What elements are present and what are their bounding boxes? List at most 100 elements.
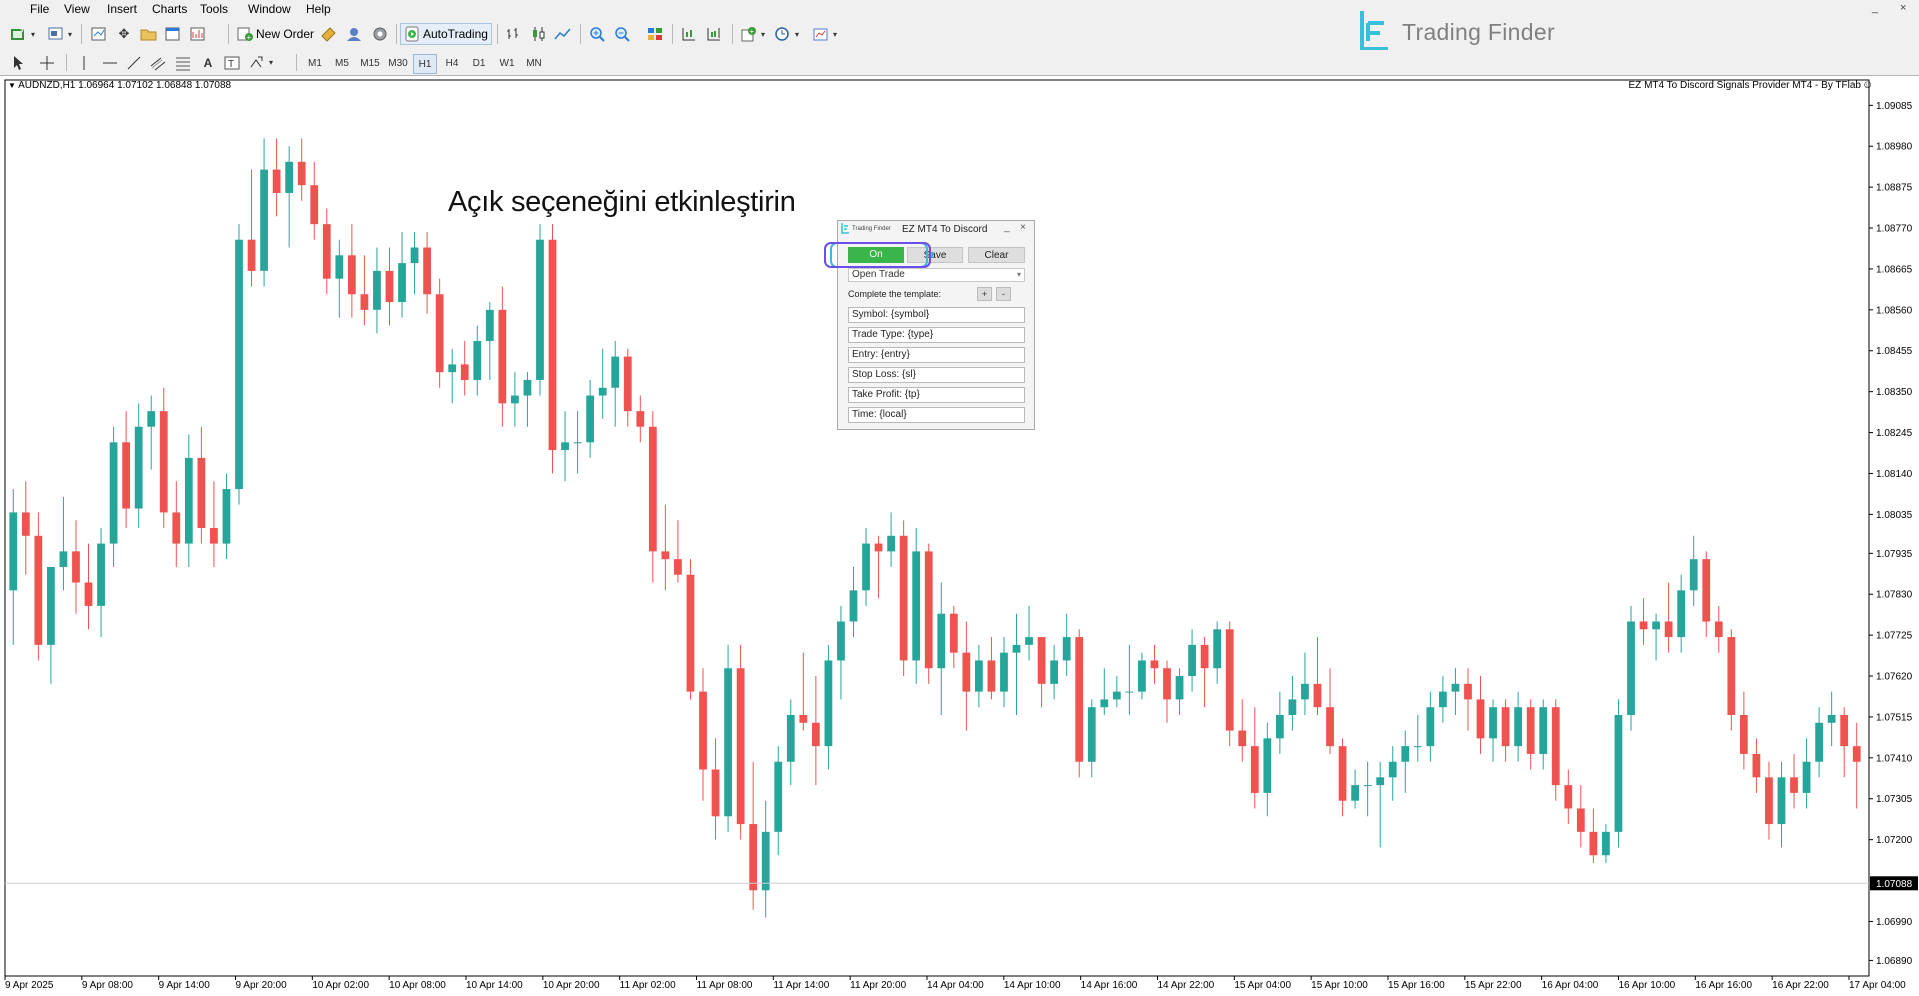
template-field-time[interactable]: Time: {local}: [848, 407, 1025, 423]
candle-bull: [573, 442, 582, 444]
bar-chart-icon[interactable]: [503, 23, 525, 45]
candle-bear: [623, 356, 632, 412]
arrows-icon[interactable]: [246, 53, 266, 72]
template-field-entry[interactable]: Entry: {entry}: [848, 347, 1025, 363]
candle-bull: [222, 489, 231, 544]
autotrading-button[interactable]: AutoTrading: [400, 23, 492, 45]
navigator-icon[interactable]: ✥: [113, 23, 135, 45]
x-tick-label: 11 Apr 08:00: [697, 980, 753, 991]
template-field-symbol[interactable]: Symbol: {symbol}: [848, 307, 1025, 323]
candle-bull: [1614, 714, 1623, 832]
remove-field-button[interactable]: -: [996, 287, 1011, 301]
chevron-down-icon[interactable]: ▾: [792, 23, 802, 45]
menu-insert[interactable]: Insert: [103, 1, 141, 17]
x-tick-label: 10 Apr 14:00: [466, 980, 523, 991]
timeframe-h4[interactable]: H4: [440, 54, 464, 74]
candlestick-chart[interactable]: 1.09085 1.08980 1.08875 1.08770 1.08665 1.085…: [0, 76, 1919, 996]
chevron-down-icon[interactable]: ▾: [830, 23, 840, 45]
menu-tools[interactable]: Tools: [196, 1, 232, 17]
candlestick-icon[interactable]: [528, 23, 550, 45]
candle-bear: [1476, 699, 1485, 739]
panel-close-icon[interactable]: ×: [1020, 222, 1026, 233]
timeframe-mn[interactable]: MN: [522, 54, 546, 74]
highlight-frame: [824, 242, 931, 268]
folder-icon[interactable]: [138, 23, 160, 45]
candle-bull: [1489, 707, 1497, 739]
y-tick-label: 1.06990: [1876, 917, 1913, 928]
clear-button[interactable]: Clear: [968, 247, 1025, 263]
terminal-icon[interactable]: [162, 23, 184, 45]
x-tick-label: 14 Apr 10:00: [1004, 980, 1061, 991]
candle-bear: [1852, 746, 1861, 762]
panel-minimize-icon[interactable]: _: [1004, 222, 1010, 233]
x-tick-label: 10 Apr 02:00: [312, 980, 369, 991]
chevron-down-icon[interactable]: ▾: [28, 23, 38, 45]
metaeditor-icon[interactable]: [318, 23, 340, 45]
crosshair-icon[interactable]: [37, 53, 57, 72]
templates-icon[interactable]: [810, 23, 832, 45]
candle-bear: [1739, 714, 1748, 754]
channel-icon[interactable]: [148, 53, 168, 72]
timeframe-m15[interactable]: M15: [358, 54, 382, 74]
candle-bear: [924, 551, 933, 669]
price-chart[interactable]: 1.09085 1.08980 1.08875 1.08770 1.08665 1.085…: [0, 76, 1919, 996]
text-label-icon[interactable]: T: [222, 53, 242, 72]
menu-view[interactable]: View: [60, 1, 94, 17]
profiles-icon[interactable]: [45, 23, 67, 45]
menu-help[interactable]: Help: [302, 1, 335, 17]
candle-bull: [1627, 621, 1635, 715]
menu-file[interactable]: File: [26, 1, 53, 17]
zoom-in-icon[interactable]: [587, 23, 609, 45]
indicators-icon[interactable]: +: [738, 23, 760, 45]
candle-bull: [1025, 637, 1033, 645]
signals-icon[interactable]: [343, 23, 365, 45]
template-field-trade-type[interactable]: Trade Type: {type}: [848, 327, 1025, 343]
candle-bull: [1062, 637, 1071, 661]
menu-charts[interactable]: Charts: [148, 1, 191, 17]
market-watch-icon[interactable]: [88, 23, 110, 45]
tile-windows-icon[interactable]: [644, 23, 666, 45]
cursor-icon[interactable]: [8, 53, 28, 72]
candle-bear: [322, 224, 331, 279]
candle-bull: [285, 161, 294, 193]
candle-bear: [799, 714, 808, 723]
panel-title-bar[interactable]: Trading Finder EZ MT4 To Discord _ ×: [838, 221, 1034, 238]
text-tool-icon[interactable]: A: [198, 53, 218, 72]
market-icon[interactable]: [369, 23, 391, 45]
new-order-button[interactable]: + New Order: [234, 23, 317, 45]
new-chart-icon[interactable]: +: [8, 23, 30, 45]
template-field-take-profit[interactable]: Take Profit: {tp}: [848, 387, 1025, 403]
timeframe-w1[interactable]: W1: [495, 54, 519, 74]
timeframe-m5[interactable]: M5: [330, 54, 354, 74]
timeframe-m30[interactable]: M30: [386, 54, 410, 74]
candle-bear: [310, 185, 319, 225]
timeframe-d1[interactable]: D1: [467, 54, 491, 74]
add-field-button[interactable]: +: [977, 287, 992, 301]
chart-menu-arrow-icon[interactable]: ▼: [8, 81, 18, 90]
chart-shift-icon[interactable]: [678, 23, 700, 45]
y-tick-label: 1.07620: [1876, 672, 1913, 683]
template-field-stop-loss[interactable]: Stop Loss: {sl}: [848, 367, 1025, 383]
vertical-line-icon[interactable]: [74, 53, 94, 72]
candle-bear: [1464, 683, 1472, 700]
timeframe-h1[interactable]: H1: [413, 54, 437, 74]
y-tick-label: 1.07200: [1876, 835, 1913, 846]
candle-bull: [9, 512, 18, 591]
window-close-icon[interactable]: ×: [1900, 2, 1906, 14]
menu-window[interactable]: Window: [244, 1, 295, 17]
chevron-down-icon[interactable]: ▾: [266, 53, 276, 72]
fibonacci-icon[interactable]: [173, 53, 193, 72]
trendline-icon[interactable]: [124, 53, 144, 72]
strategy-tester-icon[interactable]: [187, 23, 209, 45]
line-chart-icon[interactable]: [552, 23, 574, 45]
horizontal-line-icon[interactable]: [100, 53, 120, 72]
autoscroll-icon[interactable]: [703, 23, 725, 45]
window-minimize-icon[interactable]: _: [1872, 2, 1878, 14]
zoom-out-icon[interactable]: [612, 23, 634, 45]
timeframe-m1[interactable]: M1: [303, 54, 327, 74]
candle-bull: [1451, 683, 1460, 692]
periods-icon[interactable]: [772, 23, 794, 45]
chevron-down-icon[interactable]: ▾: [65, 23, 75, 45]
chevron-down-icon[interactable]: ▾: [758, 23, 768, 45]
trade-type-select[interactable]: Open Trade ▾: [848, 268, 1025, 282]
